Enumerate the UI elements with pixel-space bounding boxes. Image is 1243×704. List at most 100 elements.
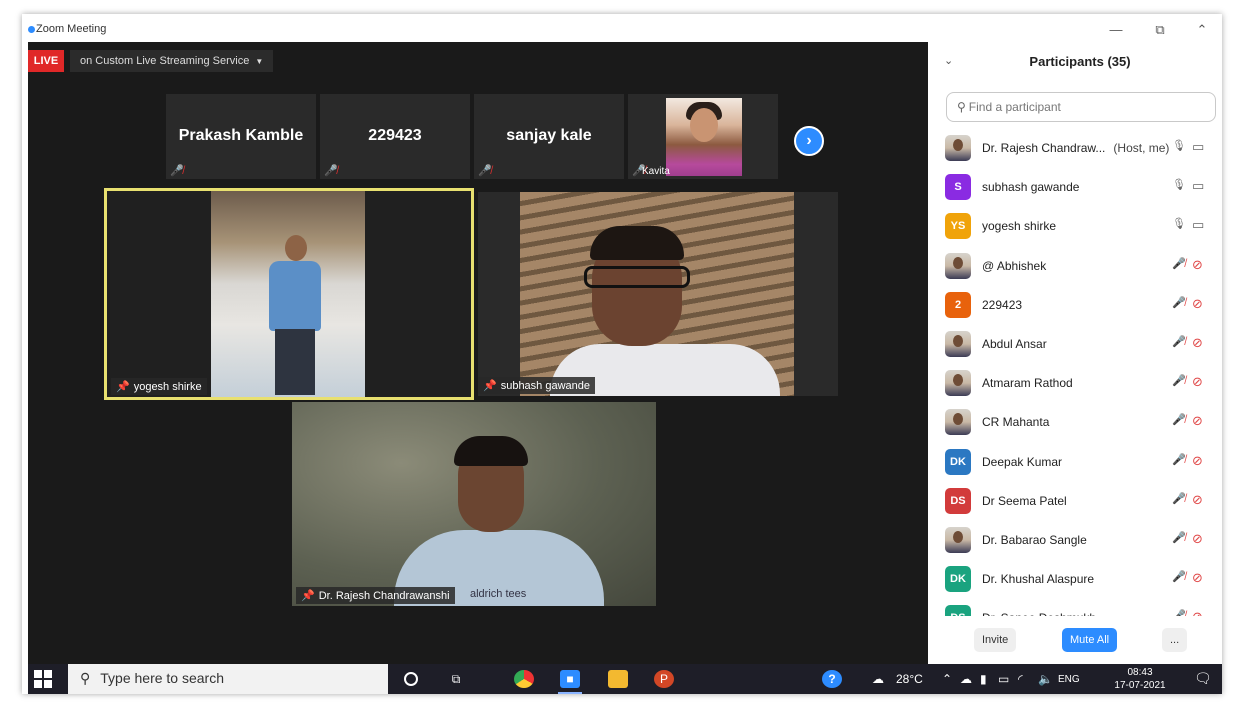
participant-name-text: subhash gawande [982, 180, 1080, 195]
muted-mic-icon[interactable]: 🎤̸ [1172, 374, 1186, 387]
window-title: Zoom Meeting [36, 23, 107, 35]
participant-name-text: Abdul Ansar [982, 337, 1047, 351]
weather-icon: ☁ [872, 672, 884, 686]
avatar: S [945, 174, 971, 201]
help-icon[interactable]: ? [822, 670, 842, 688]
participant-row[interactable]: CR Mahanta 🎤̸ ⊘ [928, 402, 1222, 441]
shirt-print-text: aldrich tees [470, 588, 527, 600]
task-view-icon[interactable]: ⧉ [446, 670, 466, 688]
live-badge[interactable]: LIVE [28, 50, 64, 72]
video-off-icon[interactable]: ⊘ [1192, 296, 1203, 312]
participant-row[interactable]: 2 229423 🎤̸ ⊘ [928, 285, 1222, 324]
participant-row[interactable]: Dr. Babarao Sangle 🎤̸ ⊘ [928, 520, 1222, 559]
language-indicator[interactable]: ENG [1058, 674, 1080, 685]
thumbnail-tile[interactable]: Prakash Kamble 🎤̸ [166, 94, 316, 179]
video-tile[interactable]: aldrich tees 📌 Dr. Rajesh Chandrawanshi [292, 402, 656, 606]
windows-start-icon[interactable] [34, 670, 52, 688]
participant-name: CR Mahanta [982, 415, 1049, 429]
cortana-icon[interactable] [404, 672, 418, 686]
video-off-icon[interactable]: ⊘ [1192, 413, 1203, 429]
participant-row[interactable]: DK Deepak Kumar 🎤̸ ⊘ [928, 442, 1222, 481]
participant-row[interactable]: DS Dr Seema Patel 🎤̸ ⊘ [928, 481, 1222, 520]
muted-mic-icon[interactable]: 🎤̸ [1172, 413, 1186, 426]
video-tile[interactable] [520, 192, 794, 396]
video-tile-active-speaker[interactable]: 📌 yogesh shirke [104, 188, 474, 400]
muted-mic-icon[interactable]: 🎤̸ [1172, 531, 1186, 544]
muted-mic-icon: 🎤̸ [478, 165, 492, 177]
participant-name-text: Dr. Rajesh Chandraw... [982, 141, 1106, 155]
video-off-icon[interactable]: ⊘ [1192, 531, 1203, 547]
taskbar-search-input[interactable]: ⚲ Type here to search [68, 664, 388, 694]
minimize-button[interactable]: — [1106, 22, 1126, 37]
meeting-video-area: LIVE on Custom Live Streaming Service ▼ P… [28, 42, 928, 664]
participant-row[interactable]: Dr. Rajesh Chandraw... (Host, me) 🎙 ▭ [928, 128, 1222, 167]
participant-name: Dr Seema Patel [982, 494, 1067, 508]
video-off-icon[interactable]: ⊘ [1192, 570, 1203, 586]
participant-row[interactable]: @ Abhishek 🎤̸ ⊘ [928, 246, 1222, 285]
video-off-icon[interactable]: ⊘ [1192, 257, 1203, 273]
notification-icon[interactable]: 🗨 [1194, 670, 1212, 687]
more-options-button[interactable]: ... [1162, 628, 1188, 652]
participant-row[interactable]: DK Dr. Khushal Alaspure 🎤̸ ⊘ [928, 559, 1222, 598]
muted-mic-icon[interactable]: 🎤̸ [1172, 257, 1186, 270]
participant-name-text: yogesh shirke [982, 219, 1057, 234]
video-off-icon[interactable]: ⊘ [1192, 492, 1203, 508]
video-off-icon[interactable]: ⊘ [1192, 609, 1203, 616]
participant-row[interactable]: Abdul Ansar 🎤̸ ⊘ [928, 324, 1222, 363]
avatar: 2 [945, 291, 971, 318]
participant-row[interactable]: YS yogesh shirke 🎙 ▭ [928, 206, 1222, 245]
muted-mic-icon[interactable]: 🎤̸ [1172, 453, 1186, 466]
muted-mic-icon[interactable]: 🎤̸ [1172, 492, 1186, 505]
speaker-icon[interactable]: 🔈 [1038, 672, 1053, 686]
windows-taskbar: ⚲ Type here to search ⧉ ■ P ? ☁ 28°C ⌃ ☁ … [28, 664, 1222, 694]
muted-mic-icon[interactable]: 🎤̸ [1172, 570, 1186, 583]
participant-search-input[interactable]: ⚲ Find a participant [946, 92, 1216, 122]
thumbnail-tile[interactable]: 🎤̸ Kavita [628, 94, 778, 179]
powerpoint-icon[interactable]: P [654, 670, 674, 688]
video-off-icon[interactable]: ⊘ [1192, 374, 1203, 390]
participant-row[interactable]: DS Dr. Sanee Deshmukh 🎤̸ ⊘ [928, 598, 1222, 616]
muted-mic-icon[interactable]: 🎤̸ [1172, 296, 1186, 309]
mic-icon[interactable]: 🎙 [1172, 139, 1186, 152]
video-icon[interactable]: ▭ [1192, 217, 1204, 233]
title-bar: Zoom Meeting — ⧉ ⌃ [22, 14, 1222, 44]
participant-name: Dr. Rajesh Chandraw... (Host, me) [982, 141, 1169, 155]
avatar: DS [945, 605, 971, 616]
participant-name-text: Atmaram Rathod [982, 376, 1073, 391]
invite-button[interactable]: Invite [974, 628, 1017, 652]
mic-icon[interactable]: 🎙 [1172, 178, 1186, 191]
thumbnail-tile[interactable]: 229423 🎤̸ [320, 94, 470, 179]
video-icon[interactable]: ▭ [1192, 139, 1204, 155]
muted-mic-icon: 🎤̸ [324, 165, 338, 177]
participant-name: Dr. Khushal Alaspure [982, 572, 1094, 586]
stream-service-label: on Custom Live Streaming Service [80, 55, 250, 67]
tray-chevron-up-icon[interactable]: ⌃ [942, 672, 952, 686]
video-off-icon[interactable]: ⊘ [1192, 453, 1203, 469]
collapse-button[interactable]: ⌃ [1192, 22, 1212, 38]
taskbar-clock[interactable]: 08:43 17-07-2021 [1112, 666, 1168, 692]
video-off-icon[interactable]: ⊘ [1192, 335, 1203, 351]
temperature[interactable]: 28°C [896, 672, 923, 686]
restore-button[interactable]: ⧉ [1150, 22, 1170, 38]
mute-all-button[interactable]: Mute All [1062, 628, 1118, 652]
participant-row[interactable]: Ssubhash gawande 🎙 ▭ [928, 167, 1222, 206]
muted-mic-icon[interactable]: 🎤̸ [1172, 609, 1186, 616]
video-icon[interactable]: ▭ [1192, 178, 1204, 194]
clock-time: 08:43 [1127, 667, 1153, 678]
thumbnail-tile[interactable]: sanjay kale 🎤̸ [474, 94, 624, 179]
participant-name: 229423 [982, 298, 1022, 312]
participant-name: Dr. Babarao Sangle [982, 533, 1087, 547]
chrome-icon[interactable] [514, 670, 534, 688]
participant-row[interactable]: Atmaram Rathod 🎤̸ ⊘ [928, 363, 1222, 402]
participant-name: yogesh shirke [982, 219, 1056, 233]
mic-icon[interactable]: 🎙 [1172, 217, 1186, 230]
thumbnail-name: 229423 [368, 127, 422, 144]
file-explorer-icon[interactable] [608, 670, 628, 688]
video-tile-name: yogesh shirke [133, 381, 202, 393]
muted-mic-icon[interactable]: 🎤̸ [1172, 335, 1186, 348]
stream-service-dropdown[interactable]: on Custom Live Streaming Service ▼ [70, 50, 274, 72]
zoom-app-icon[interactable]: ■ [558, 670, 582, 694]
participant-list[interactable]: Dr. Rajesh Chandraw... (Host, me) 🎙 ▭ Ssubha… [928, 128, 1222, 616]
next-page-button[interactable]: › [794, 126, 824, 156]
avatar [945, 527, 971, 553]
